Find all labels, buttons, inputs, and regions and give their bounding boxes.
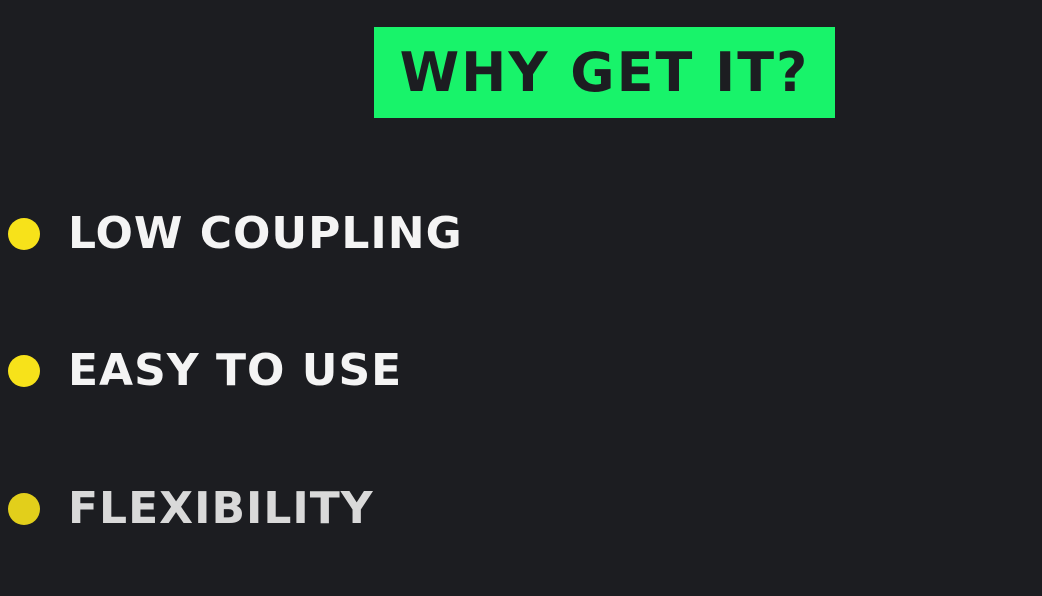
bullet-item-easy-to-use: EASY TO USE <box>8 349 402 393</box>
bullet-dot-icon <box>8 355 40 387</box>
title-banner: WHY GET IT? <box>374 27 835 118</box>
page-title: WHY GET IT? <box>399 40 810 104</box>
bullet-label: FLEXIBILITY <box>68 483 374 534</box>
bullet-dot-icon <box>8 493 40 525</box>
bullet-item-flexibility: FLEXIBILITY <box>8 487 374 531</box>
bullet-label: EASY TO USE <box>68 345 403 396</box>
bullet-label: LOW COUPLING <box>68 208 463 259</box>
bullet-dot-icon <box>8 218 40 250</box>
bullet-item-low-coupling: LOW COUPLING <box>8 212 463 256</box>
